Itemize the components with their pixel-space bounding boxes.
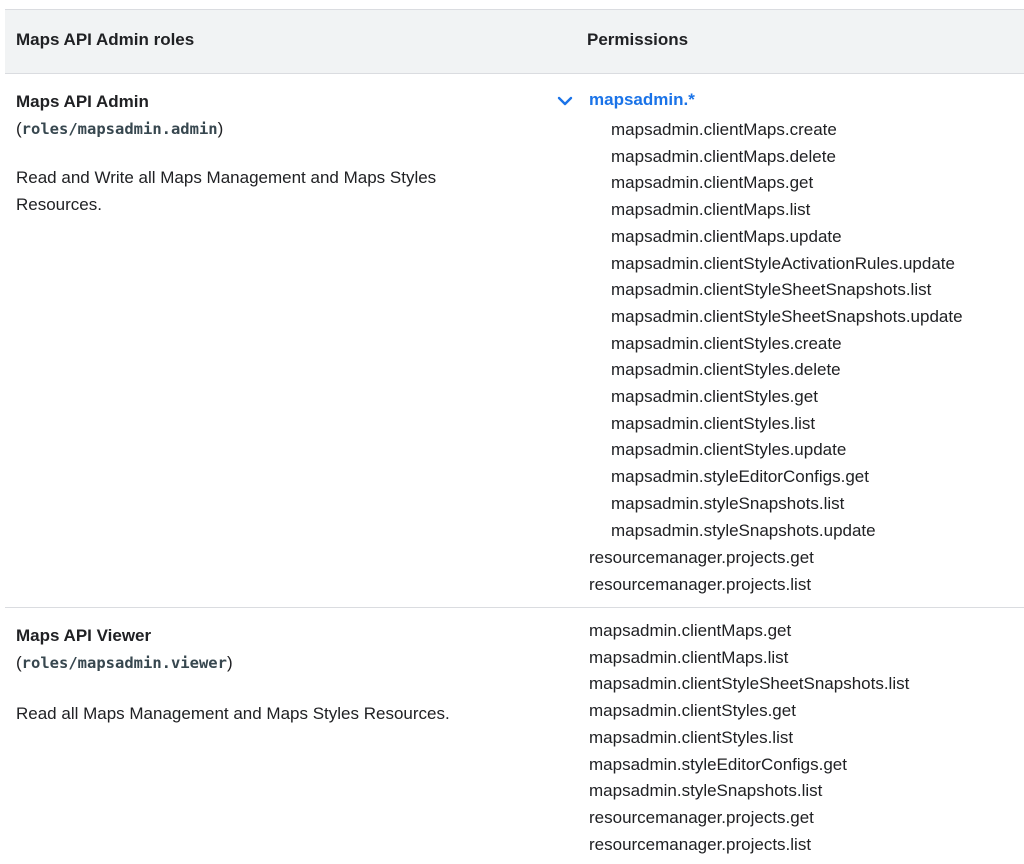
role-id-code: roles/mapsadmin.viewer [21, 654, 227, 672]
permission-item: mapsadmin.clientStyleActivationRules.upd… [611, 253, 955, 273]
permission-item: mapsadmin.clientStyles.get [611, 387, 818, 407]
permission-item: mapsadmin.clientMaps.create [611, 120, 837, 139]
chevron-down-icon[interactable] [555, 91, 575, 111]
permission-item: mapsadmin.clientStyleSheetSnapshots.list [611, 280, 932, 300]
permission-group-list: mapsadmin.clientMaps.create mapsadmin.cli… [611, 117, 963, 544]
permission-item: mapsadmin.styleSnapshots.list [611, 493, 845, 513]
permission-item: mapsadmin.clientMaps.update [611, 226, 842, 246]
role-name: Maps API Viewer [16, 626, 152, 645]
permission-item: mapsadmin.styleSnapshots.update [611, 520, 876, 540]
table-header: Maps API Admin roles Permissions [5, 9, 1024, 74]
permission-item: mapsadmin.clientMaps.delete [611, 146, 836, 166]
permission-list: mapsadmin.clientMaps.get mapsadmin.client… [589, 618, 909, 858]
permission-item: resourcemanager.projects.list [589, 834, 812, 854]
permission-item: mapsadmin.clientStyles.create [611, 333, 842, 353]
permission-item: mapsadmin.styleEditorConfigs.get [611, 467, 869, 487]
role-row-admin: Maps API Admin (roles/mapsadmin.admin) R… [5, 74, 1024, 608]
permission-item: mapsadmin.clientMaps.get [589, 621, 792, 640]
role-id: (roles/mapsadmin.admin) [16, 119, 224, 138]
role-description: Read all Maps Management and Maps Styles… [16, 704, 450, 723]
permission-list-other: resourcemanager.projects.get resourcemana… [589, 545, 814, 598]
header-permissions: Permissions [587, 30, 689, 49]
role-id: (roles/mapsadmin.viewer) [16, 653, 233, 672]
permission-item: resourcemanager.projects.list [589, 574, 812, 594]
permission-item: mapsadmin.clientStyles.list [611, 413, 816, 433]
permission-group-toggle[interactable]: mapsadmin.* [589, 90, 695, 110]
permission-item: mapsadmin.styleEditorConfigs.get [589, 754, 847, 774]
role-row-viewer: Maps API Viewer (roles/mapsadmin.viewer)… [5, 608, 1024, 864]
permission-item: mapsadmin.clientStyles.delete [611, 360, 841, 380]
role-description: Read and Write all Maps Management and M… [16, 168, 437, 214]
permission-item: mapsadmin.clientStyles.update [611, 440, 847, 460]
permission-item: mapsadmin.clientStyleSheetSnapshots.list [589, 674, 910, 694]
permission-item: mapsadmin.clientMaps.get [611, 173, 814, 193]
permission-item: mapsadmin.clientStyleSheetSnapshots.upda… [611, 306, 963, 326]
permission-item: mapsadmin.styleSnapshots.list [589, 781, 823, 801]
header-roles: Maps API Admin roles [16, 30, 195, 49]
role-name: Maps API Admin [16, 92, 149, 111]
permission-item: resourcemanager.projects.get [589, 807, 814, 827]
permission-item: mapsadmin.clientStyles.get [589, 701, 796, 721]
permission-item: mapsadmin.clientMaps.list [589, 647, 789, 667]
role-id-code: roles/mapsadmin.admin [21, 120, 218, 138]
roles-table: Maps API Admin roles Permissions Maps AP… [5, 9, 1024, 864]
permission-item: mapsadmin.clientStyles.list [589, 727, 794, 747]
permission-item: mapsadmin.clientMaps.list [611, 200, 811, 220]
permission-item: resourcemanager.projects.get [589, 548, 814, 567]
